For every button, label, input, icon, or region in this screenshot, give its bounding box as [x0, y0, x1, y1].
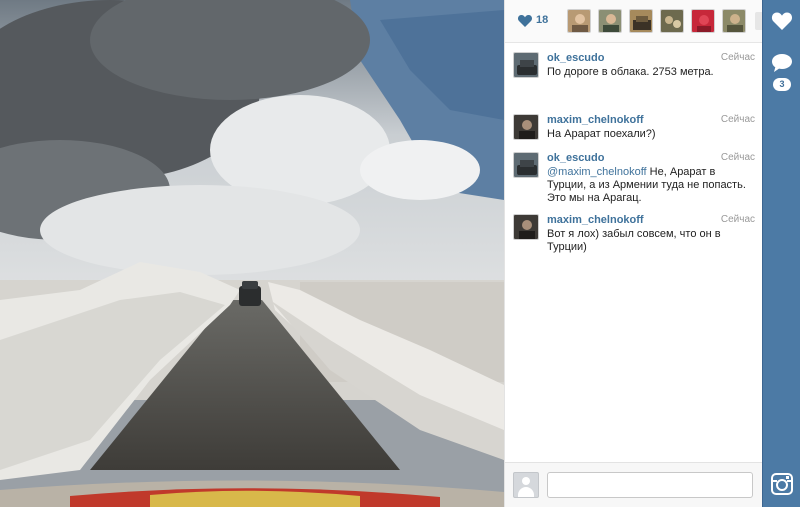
heart-icon[interactable] — [770, 9, 794, 33]
photo-image — [0, 0, 504, 507]
comments-panel: 18 Сейчас ok_escudo По дороге в облака. — [504, 0, 763, 507]
avatar[interactable] — [513, 114, 539, 140]
comment-item: Сейчас ok_escudo По дороге в облака. 275… — [505, 44, 763, 106]
likes-bar: 18 — [505, 0, 763, 43]
comment-input[interactable] — [547, 472, 753, 498]
comments-list: Сейчас ok_escudo По дороге в облака. 275… — [505, 44, 763, 268]
post-photo[interactable] — [0, 0, 504, 507]
comment-time: Сейчас — [720, 114, 755, 125]
liker-avatar[interactable] — [598, 9, 622, 33]
avatar[interactable] — [513, 214, 539, 240]
liker-avatar[interactable] — [660, 9, 684, 33]
comment-text: На Арарат поехали?) — [547, 128, 656, 140]
comment-item: Сейчас ok_escudo @maxim_chelnokoff Не, А… — [505, 144, 763, 206]
liker-avatar[interactable] — [629, 9, 653, 33]
heart-icon[interactable] — [517, 13, 533, 29]
comment-text: По дороге в облака. 2753 метра. — [547, 66, 714, 78]
comment-compose — [505, 462, 763, 507]
comment-text: @maxim_chelnokoff Не, Арарат в Турции, а… — [547, 166, 755, 205]
liker-avatar[interactable] — [567, 9, 591, 33]
comment-item: Сейчас maxim_chelnokoff Вот я лох) забыл… — [505, 206, 763, 268]
avatar[interactable] — [513, 52, 539, 78]
user-avatar-placeholder — [513, 472, 539, 498]
avatar[interactable] — [513, 152, 539, 178]
liker-avatar[interactable] — [722, 9, 746, 33]
comment-mention[interactable]: @maxim_chelnokoff — [547, 166, 647, 178]
instagram-camera-icon[interactable] — [770, 472, 794, 496]
comment-time: Сейчас — [720, 152, 755, 163]
comment-count-badge: 3 — [773, 78, 791, 91]
action-bar: 3 — [762, 0, 800, 507]
comment-time: Сейчас — [720, 52, 755, 63]
liker-avatar[interactable] — [691, 9, 715, 33]
comment-text: Вот я лох) забыл совсем, что он в Турции… — [547, 228, 721, 253]
comment-time: Сейчас — [720, 214, 755, 225]
likes-count[interactable]: 18 — [536, 14, 548, 26]
comment-item: Сейчас maxim_chelnokoff На Арарат поехал… — [505, 106, 763, 144]
speech-bubble-icon[interactable] — [770, 51, 794, 75]
